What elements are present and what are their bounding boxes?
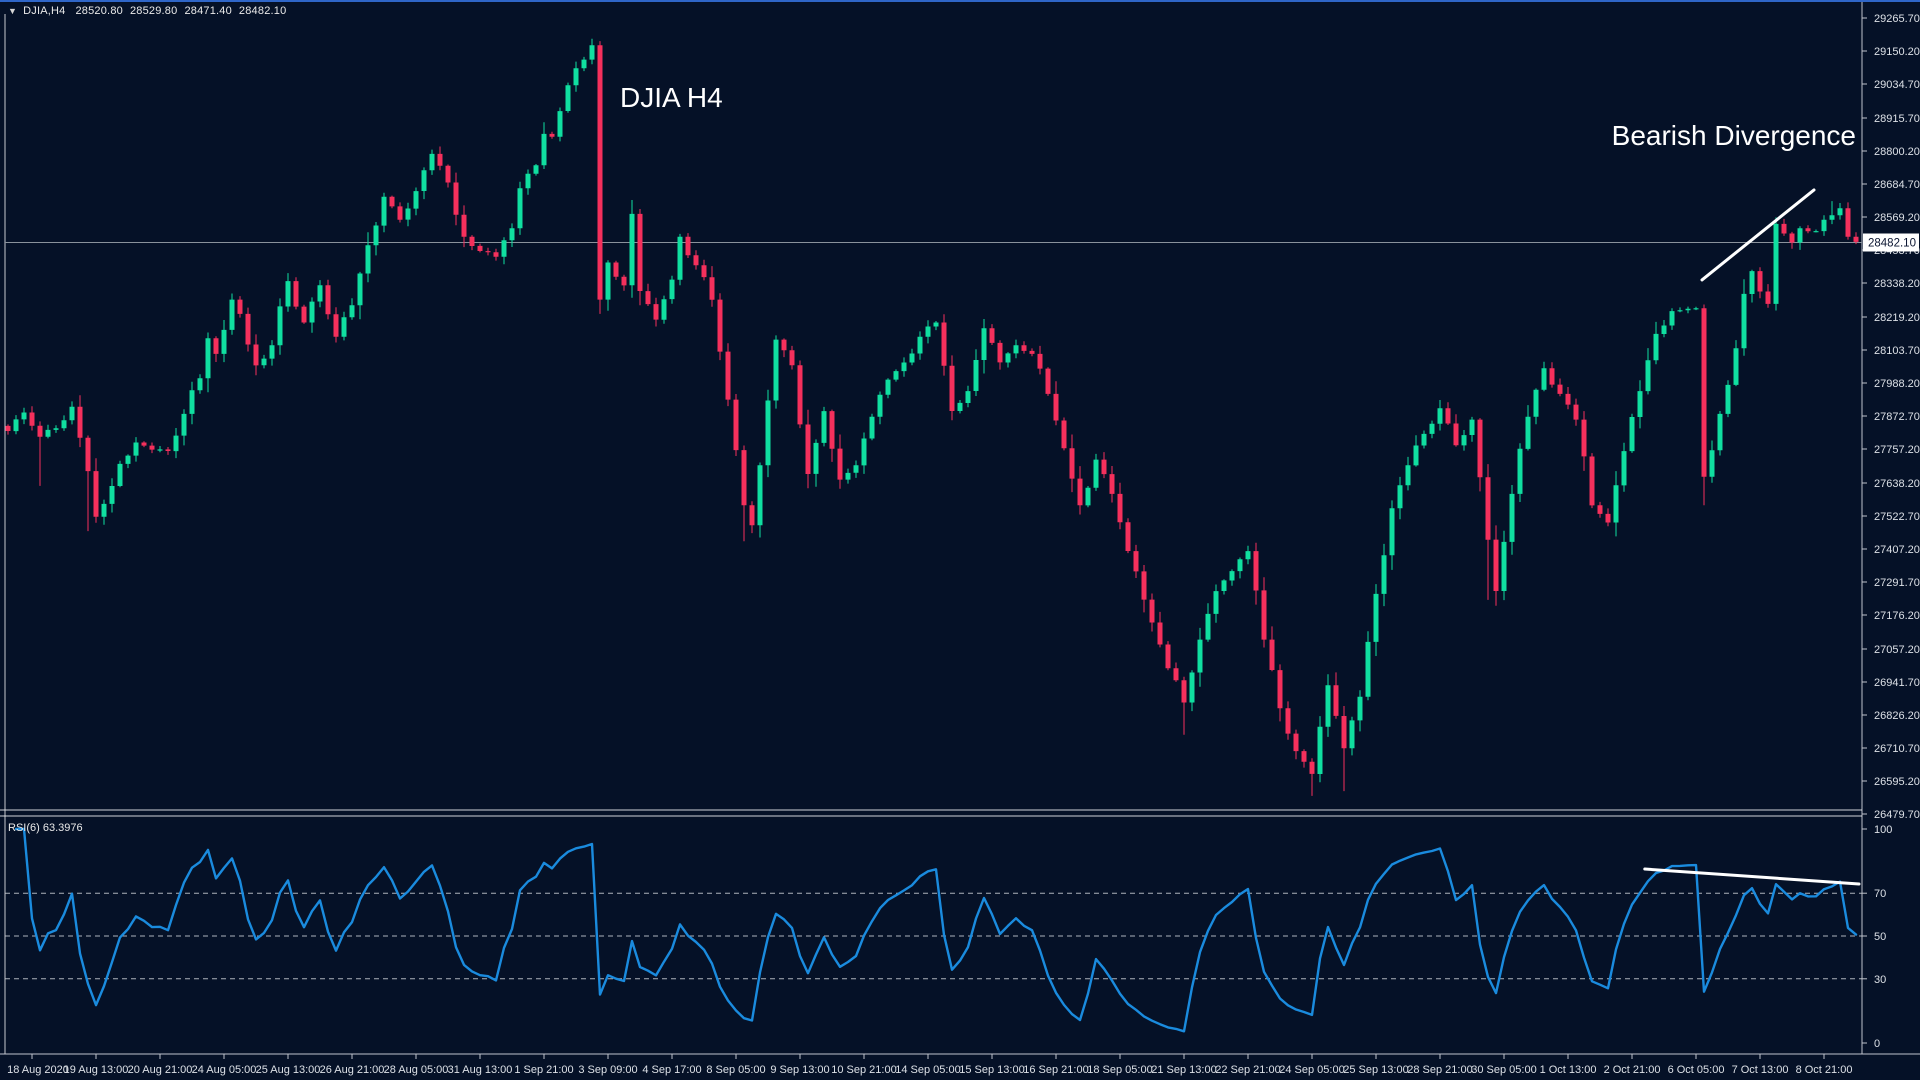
price-axis-label: 28800.20 [1874, 146, 1920, 158]
price-axis-label: 27757.20 [1874, 444, 1920, 456]
time-axis-label: 25 Aug 13:00 [256, 1064, 321, 1076]
annotation-bearish-divergence[interactable]: Bearish Divergence [1610, 120, 1856, 152]
time-axis-label: 18 Sep 05:00 [1087, 1064, 1152, 1076]
time-axis-label: 28 Aug 05:00 [384, 1064, 449, 1076]
price-axis-label: 27407.20 [1874, 544, 1920, 556]
time-axis-label: 30 Sep 05:00 [1471, 1064, 1536, 1076]
rsi-axis-label: 30 [1874, 974, 1886, 986]
symbol-period-label: DJIA,H4 [23, 5, 65, 17]
rsi-axis-label: 100 [1874, 824, 1892, 836]
rsi-axis-label: 50 [1874, 931, 1886, 943]
annotation-djia-h4[interactable]: DJIA H4 [620, 82, 723, 114]
time-axis-label: 1 Sep 21:00 [514, 1064, 573, 1076]
time-axis-label: 3 Sep 09:00 [578, 1064, 637, 1076]
bear-candle-wicks [8, 41, 1856, 796]
price-axis-label: 26595.20 [1874, 776, 1920, 788]
time-axis-label: 4 Sep 17:00 [642, 1064, 701, 1076]
rsi-indicator-label: RSI(6) 63.3976 [8, 822, 83, 834]
time-axis-label: 15 Sep 13:00 [959, 1064, 1024, 1076]
price-axis-label: 26479.70 [1874, 809, 1920, 821]
price-axis-label: 27872.70 [1874, 411, 1920, 423]
rsi-line [16, 829, 1856, 1031]
time-axis-label: 18 Aug 2020 [7, 1064, 69, 1076]
time-axis-label: 9 Sep 13:00 [770, 1064, 829, 1076]
time-axis-label: 24 Sep 05:00 [1279, 1064, 1344, 1076]
price-axis-label: 26941.70 [1874, 677, 1920, 689]
price-axis-label: 26826.20 [1874, 710, 1920, 722]
price-axis-label: 29034.70 [1874, 79, 1920, 91]
symbol-header: ▼ DJIA,H4 28520.80 28529.80 28471.40 28482.10 [8, 5, 293, 17]
time-axis-label: 22 Sep 21:00 [1215, 1064, 1280, 1076]
rsi-axis-label: 70 [1874, 888, 1886, 900]
trendline-price[interactable] [1702, 190, 1814, 280]
bear-candle-bodies [6, 45, 1859, 774]
time-axis-label: 14 Sep 05:00 [895, 1064, 960, 1076]
price-axis-label: 27522.70 [1874, 511, 1920, 523]
bull-candle-bodies [14, 45, 1843, 774]
price-axis-label: 26710.70 [1874, 743, 1920, 755]
price-axis-label: 28569.20 [1874, 212, 1920, 224]
time-axis-label: 24 Aug 05:00 [192, 1064, 257, 1076]
time-axis-label: 2 Oct 21:00 [1604, 1064, 1661, 1076]
time-axis-label: 10 Sep 21:00 [831, 1064, 896, 1076]
price-axis-label: 29265.70 [1874, 13, 1920, 25]
price-axis-label: 27988.20 [1874, 378, 1920, 390]
time-axis-label: 16 Sep 21:00 [1023, 1064, 1088, 1076]
time-axis-label: 6 Oct 05:00 [1668, 1064, 1725, 1076]
ohlc-open: 28520.80 [75, 5, 122, 17]
bull-candle-wicks [16, 39, 1840, 783]
ohlc-low: 28471.40 [184, 5, 231, 17]
time-axis-label: 7 Oct 13:00 [1732, 1064, 1789, 1076]
price-axis-label: 28338.20 [1874, 278, 1920, 290]
price-axis-label: 28103.70 [1874, 345, 1920, 357]
time-axis-label: 21 Sep 13:00 [1151, 1064, 1216, 1076]
rsi-axis-label: 0 [1874, 1038, 1880, 1050]
trendline-rsi[interactable] [1645, 869, 1859, 884]
current-price-tag-label: 28482.10 [1868, 238, 1916, 250]
collapse-icon[interactable]: ▼ [8, 6, 17, 16]
candles-series [6, 39, 1859, 796]
ohlc-high: 28529.80 [130, 5, 177, 17]
time-axis-label: 8 Sep 05:00 [706, 1064, 765, 1076]
time-axis-label: 31 Aug 13:00 [448, 1064, 513, 1076]
price-axis-label: 29150.20 [1874, 46, 1920, 58]
price-axis-label: 28915.70 [1874, 113, 1920, 125]
time-axis-label: 26 Aug 21:00 [320, 1064, 385, 1076]
price-axis-label: 27291.70 [1874, 577, 1920, 589]
chart-canvas[interactable]: 29265.70 29150.20 29034.70 28915.70 28800.20… [0, 0, 1920, 1080]
time-axis-label: 8 Oct 21:00 [1796, 1064, 1853, 1076]
price-axis-label: 27176.20 [1874, 610, 1920, 622]
time-axis-label: 25 Sep 13:00 [1343, 1064, 1408, 1076]
time-axis-label: 20 Aug 21:00 [128, 1064, 193, 1076]
time-axis-label: 19 Aug 13:00 [64, 1064, 129, 1076]
price-axis-label: 27638.20 [1874, 478, 1920, 490]
time-axis-label: 28 Sep 21:00 [1407, 1064, 1472, 1076]
price-axis-label: 28219.20 [1874, 312, 1920, 324]
time-axis-label: 1 Oct 13:00 [1540, 1064, 1597, 1076]
price-axis-label: 28684.70 [1874, 179, 1920, 191]
ohlc-close: 28482.10 [239, 5, 286, 17]
price-axis-label: 27057.20 [1874, 644, 1920, 656]
